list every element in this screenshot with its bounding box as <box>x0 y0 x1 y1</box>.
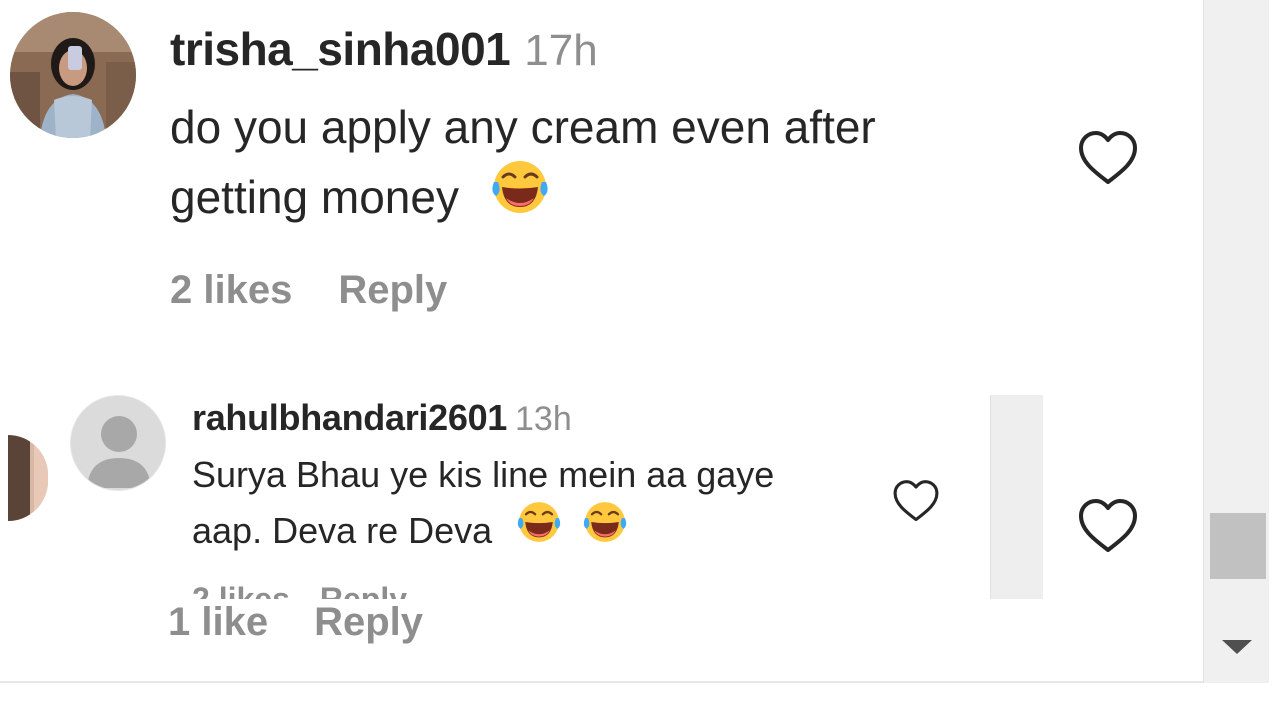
reply-text-line-content: aap. Deva re Deva <box>192 510 493 551</box>
window-edge <box>1269 0 1280 720</box>
reply-text-line: Surya Bhau ye kis line mein aa gaye <box>192 454 775 495</box>
laughing-tears-emoji <box>582 501 628 559</box>
reply-meta-clipped: 2 likes Reply <box>192 581 407 599</box>
reply-likes-count[interactable]: 2 likes <box>192 581 290 599</box>
reply-preview-panel[interactable]: rahulbhandari2601 13h Surya Bhau ye kis l… <box>0 395 1043 599</box>
comment-timestamp[interactable]: 17h <box>524 26 597 75</box>
partial-avatar <box>8 435 48 521</box>
laughing-tears-emoji <box>490 160 550 233</box>
comments-panel: trisha_sinha001 17h do you apply any crea… <box>0 0 1280 720</box>
comment-meta: 2 likes Reply <box>170 268 447 313</box>
reply-header: rahulbhandari2601 13h <box>192 397 572 439</box>
default-avatar[interactable] <box>70 395 166 491</box>
reply-button[interactable]: Reply <box>338 268 447 312</box>
comment-likes-count[interactable]: 1 like <box>168 600 268 644</box>
comment-text: do you apply any cream even after gettin… <box>170 92 1050 233</box>
reply-text: Surya Bhau ye kis line mein aa gaye aap.… <box>192 447 872 559</box>
scrollbar-thumb[interactable] <box>1210 513 1266 579</box>
reply-button[interactable]: Reply <box>314 600 423 644</box>
comment-text-line-2: getting money <box>170 160 1050 233</box>
comment-text-line-content: getting money <box>170 171 459 223</box>
divider <box>0 681 1205 683</box>
vertical-scrollbar[interactable] <box>1203 0 1270 683</box>
comment-text-line: do you apply any cream even after <box>170 101 876 153</box>
arrow-down-icon[interactable] <box>1222 640 1252 654</box>
reply-timestamp[interactable]: 13h <box>515 400 572 438</box>
comment-header: trisha_sinha001 17h <box>170 22 598 76</box>
user-avatar[interactable] <box>10 12 136 138</box>
comment-username[interactable]: trisha_sinha001 <box>170 23 511 75</box>
reply-text-line-2: aap. Deva re Deva <box>192 501 872 559</box>
comment-meta: 1 like Reply <box>168 600 423 645</box>
like-heart-icon[interactable] <box>1077 498 1139 554</box>
comment-likes-count[interactable]: 2 likes <box>170 268 292 312</box>
reply-like-heart-icon[interactable] <box>892 479 940 523</box>
like-heart-icon[interactable] <box>1077 130 1139 186</box>
reply-username[interactable]: rahulbhandari2601 <box>192 397 507 438</box>
reply-panel-scrollbar[interactable] <box>990 395 1043 599</box>
laughing-tears-emoji <box>516 501 562 559</box>
reply-reply-button[interactable]: Reply <box>320 581 407 599</box>
